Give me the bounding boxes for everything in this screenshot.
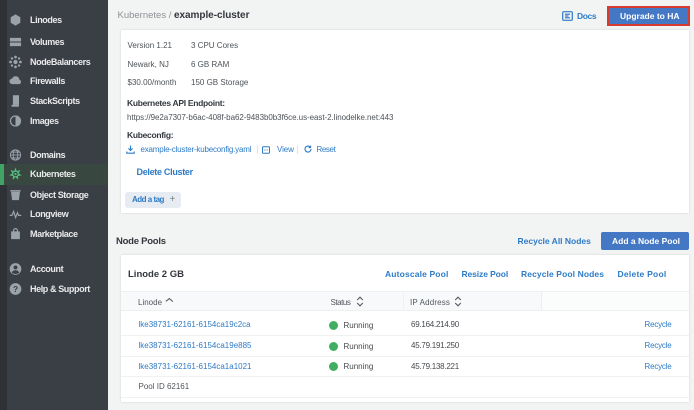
svg-text:?: ? [12,284,17,294]
